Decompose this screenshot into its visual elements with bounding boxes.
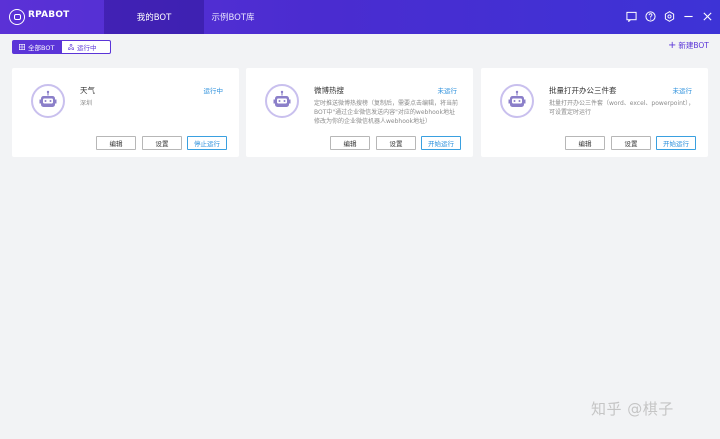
bot-card: 微博热搜 未运行 定时推送微博热搜榜（复制后，需要点击编辑，将当前BOT中"通过…: [246, 68, 473, 157]
edit-button[interactable]: 编辑: [565, 136, 605, 150]
watermark: 知乎 @棋子: [591, 400, 674, 418]
help-icon[interactable]: [645, 11, 656, 22]
robot-icon: [265, 84, 299, 118]
filter-all-label: 全部BOT: [28, 44, 55, 52]
bot-title: 天气: [80, 86, 95, 95]
grid-icon: [18, 43, 26, 51]
settings-button[interactable]: 设置: [376, 136, 416, 150]
tab-example-bot-library[interactable]: 示例BOT库: [183, 0, 283, 34]
robot-icon: [500, 84, 534, 118]
minimize-icon[interactable]: [683, 11, 694, 22]
close-icon[interactable]: [702, 11, 713, 22]
status-badge: 未运行: [672, 87, 693, 95]
settings-button[interactable]: 设置: [611, 136, 651, 150]
settings-icon[interactable]: [664, 11, 675, 22]
app-header: RPABOT 我的BOT 示例BOT库: [0, 0, 720, 34]
stop-run-button[interactable]: 停止运行: [187, 136, 227, 150]
nodes-icon: [67, 43, 75, 50]
new-bot-label: 新建BOT: [678, 41, 709, 50]
start-run-button[interactable]: 开始运行: [656, 136, 696, 150]
feedback-icon[interactable]: [626, 11, 637, 22]
plus-icon: +: [668, 39, 677, 51]
edit-button[interactable]: 编辑: [330, 136, 370, 150]
filter-all-bot[interactable]: 全部BOT: [12, 40, 62, 54]
bot-card: 批量打开办公三件套 未运行 批量打开办公三件套（word、excel、power…: [481, 68, 708, 157]
filter-running[interactable]: 运行中: [61, 40, 111, 54]
start-run-button[interactable]: 开始运行: [421, 136, 461, 150]
new-bot-button[interactable]: + 新建BOT: [668, 40, 709, 51]
settings-button[interactable]: 设置: [142, 136, 182, 150]
bot-description: 批量打开办公三件套（word、excel、powerpoint），可设置定时运行: [549, 100, 695, 116]
filter-running-label: 运行中: [77, 44, 97, 52]
status-badge: 未运行: [437, 87, 458, 95]
bot-card: 天气 运行中 深圳 编辑 设置 停止运行: [12, 68, 239, 157]
edit-button[interactable]: 编辑: [96, 136, 136, 150]
rpabot-logo-icon: [9, 9, 25, 25]
bot-description: 深圳: [80, 100, 93, 107]
bot-title: 批量打开办公三件套: [549, 86, 617, 95]
bot-description: 定时推送微博热搜榜（复制后，需要点击编辑，将当前BOT中"通过企业微信发送内容"…: [314, 100, 459, 125]
bot-title: 微博热搜: [314, 86, 344, 95]
status-badge: 运行中: [203, 87, 224, 95]
robot-icon: [31, 84, 65, 118]
app-brand: RPABOT: [28, 10, 70, 20]
